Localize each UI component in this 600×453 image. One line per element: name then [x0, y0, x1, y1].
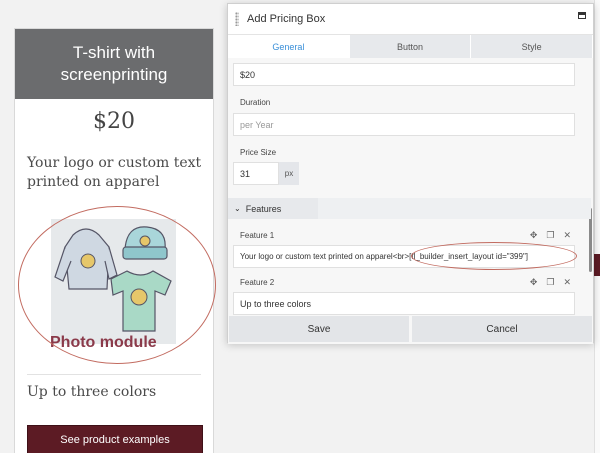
tab-general[interactable]: General: [228, 35, 350, 58]
shortcode-annotation-circle: [411, 242, 577, 270]
see-product-examples-button[interactable]: See product examples: [27, 425, 203, 453]
features-label: Features: [245, 203, 282, 214]
feature-2-field[interactable]: Up to three colors: [233, 292, 575, 315]
copy-icon[interactable]: ❐: [546, 277, 554, 288]
window-icon[interactable]: [578, 12, 586, 19]
price-size-unit: px: [279, 162, 299, 185]
tab-style[interactable]: Style: [471, 35, 594, 58]
divider: [27, 374, 201, 375]
duration-label: Duration: [240, 98, 271, 107]
feature-1-label: Feature 1: [240, 231, 275, 240]
features-section-toggle[interactable]: ⌄ Features: [228, 198, 318, 219]
feature-2-label: Feature 2: [240, 278, 275, 287]
close-icon[interactable]: ✕: [563, 277, 571, 288]
panel-tabs: General Button Style: [228, 35, 594, 58]
drag-grip-icon[interactable]: [235, 12, 239, 26]
cancel-button[interactable]: Cancel: [412, 316, 592, 342]
feature-1-actions: ✥ ❐ ✕: [530, 230, 571, 241]
close-icon[interactable]: ✕: [563, 230, 571, 241]
pricing-card-description: Your logo or custom text printed on appa…: [27, 155, 202, 190]
move-icon[interactable]: ✥: [530, 230, 538, 241]
copy-icon[interactable]: ❐: [546, 230, 554, 241]
photo-annotation-circle: [18, 206, 216, 364]
feature-2-actions: ✥ ❐ ✕: [530, 277, 571, 288]
panel-title: Add Pricing Box: [247, 13, 326, 25]
price-field[interactable]: $20: [233, 63, 575, 86]
move-icon[interactable]: ✥: [530, 277, 538, 288]
pricing-card-title: T-shirt with screenprinting: [15, 29, 213, 99]
background-page-edge: [594, 0, 600, 453]
background-button-edge: [594, 254, 600, 276]
pricing-card-feature: Up to three colors: [27, 384, 157, 400]
settings-form: $20 Duration per Year Price Size 31 px ⌄…: [228, 58, 593, 344]
price-size-label: Price Size: [240, 148, 277, 157]
panel-title-bar[interactable]: Add Pricing Box: [228, 4, 593, 35]
save-button[interactable]: Save: [229, 316, 409, 342]
collapse-caret-icon: ⌄: [234, 204, 241, 213]
add-pricing-box-panel: Add Pricing Box General Button Style $20…: [227, 3, 594, 344]
panel-footer: Save Cancel: [228, 316, 593, 344]
price-size-input[interactable]: 31: [233, 162, 279, 185]
pricing-card-price: $20: [93, 109, 135, 134]
duration-placeholder: per Year: [240, 119, 274, 130]
tab-button[interactable]: Button: [350, 35, 472, 58]
duration-field[interactable]: per Year: [233, 113, 575, 136]
